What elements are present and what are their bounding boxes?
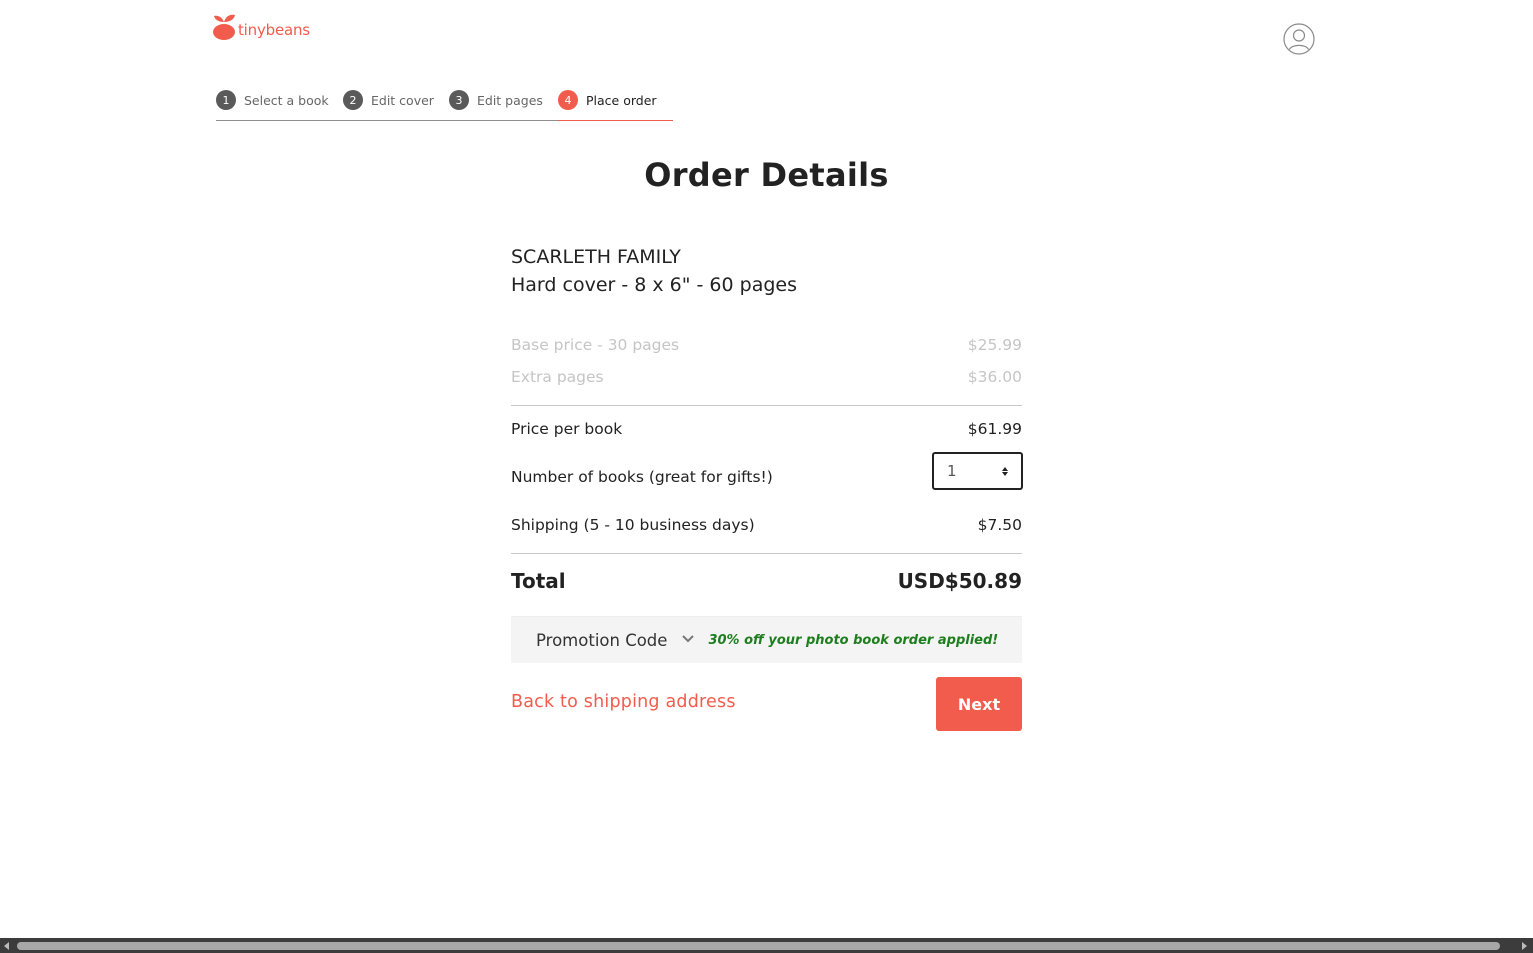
step-label: Select a book — [244, 92, 329, 108]
quantity-value: 1 — [947, 462, 957, 480]
shipping-row: Shipping (5 - 10 business days) $7.50 — [511, 516, 1022, 534]
page-title: Order Details — [644, 156, 889, 194]
steps-progress-line — [216, 120, 558, 121]
step-edit-pages[interactable]: 3 Edit pages — [449, 90, 543, 110]
step-place-order[interactable]: 4 Place order — [558, 90, 657, 110]
scroll-left-arrow-icon[interactable] — [4, 942, 9, 950]
price-per-book-label: Price per book — [511, 420, 623, 438]
total-value: USD$50.89 — [897, 569, 1022, 593]
step-number: 4 — [558, 90, 578, 110]
divider — [511, 405, 1022, 406]
scrollbar-thumb[interactable] — [17, 942, 1500, 950]
step-label: Edit pages — [477, 92, 543, 108]
checkout-steps: 1 Select a book 2 Edit cover 3 Edit page… — [216, 86, 673, 122]
total-row: Total USD$50.89 — [511, 569, 1022, 593]
price-per-book-value: $61.99 — [967, 420, 1022, 438]
shipping-label: Shipping (5 - 10 business days) — [511, 516, 755, 534]
scroll-right-arrow-icon[interactable] — [1522, 942, 1527, 950]
quantity-stepper[interactable]: 1 — [932, 452, 1023, 490]
product-spec: Hard cover - 8 x 6" - 60 pages — [511, 274, 798, 296]
base-price-label: Base price - 30 pages — [511, 336, 680, 354]
next-button[interactable]: Next — [936, 677, 1022, 731]
promotion-code-toggle[interactable]: Promotion Code — [536, 631, 667, 650]
extra-pages-row: Extra pages $36.00 — [511, 368, 1022, 386]
horizontal-scrollbar[interactable] — [0, 938, 1533, 953]
user-avatar-icon[interactable] — [1283, 23, 1315, 55]
back-to-shipping-link[interactable]: Back to shipping address — [511, 692, 736, 712]
quantity-label: Number of books (great for gifts!) — [511, 468, 773, 486]
product-name: SCARLETH FAMILY — [511, 246, 681, 268]
stepper-arrows-icon[interactable] — [1002, 466, 1008, 476]
extra-pages-value: $36.00 — [967, 368, 1022, 386]
base-price-row: Base price - 30 pages $25.99 — [511, 336, 1022, 354]
price-per-book-row: Price per book $61.99 — [511, 420, 1022, 438]
step-label: Edit cover — [371, 92, 434, 108]
steps-active-indicator — [558, 120, 673, 121]
step-label: Place order — [586, 92, 657, 108]
tinybeans-logo[interactable]: tinybeans — [211, 12, 310, 42]
step-number: 2 — [343, 90, 363, 110]
promotion-code-panel[interactable]: Promotion Code 30% off your photo book o… — [511, 616, 1022, 663]
sprout-logo-icon — [213, 14, 235, 40]
step-edit-cover[interactable]: 2 Edit cover — [343, 90, 434, 110]
step-number: 1 — [216, 90, 236, 110]
promo-applied-message: 30% off your photo book order applied! — [708, 632, 999, 648]
total-label: Total — [511, 569, 566, 593]
step-select-book[interactable]: 1 Select a book — [216, 90, 329, 110]
extra-pages-label: Extra pages — [511, 368, 604, 386]
quantity-row: Number of books (great for gifts!) — [511, 468, 911, 486]
shipping-value: $7.50 — [977, 516, 1022, 534]
chevron-down-icon[interactable] — [681, 632, 695, 646]
product-summary: SCARLETH FAMILY Hard cover - 8 x 6" - 60… — [511, 243, 1031, 299]
base-price-value: $25.99 — [967, 336, 1022, 354]
brand-name: tinybeans — [238, 21, 310, 39]
step-number: 3 — [449, 90, 469, 110]
divider — [511, 553, 1022, 554]
